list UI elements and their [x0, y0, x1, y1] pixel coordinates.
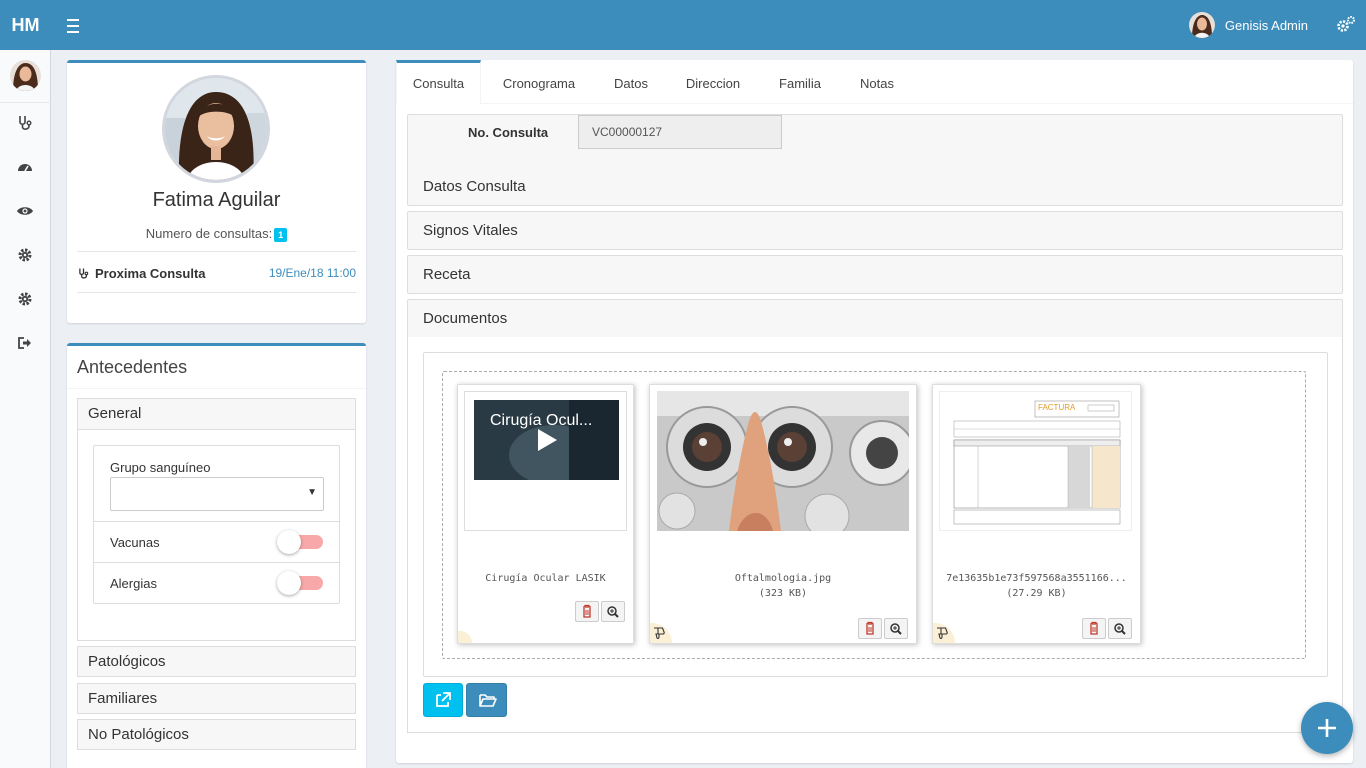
patient-profile-box: Fatima Aguilar Numero de consultas: 1 Pro… — [67, 60, 366, 323]
video-preview-frame: Cirugía Ocul... — [464, 391, 627, 531]
browse-folder-button[interactable] — [466, 683, 507, 717]
gear-icon[interactable] — [16, 290, 34, 308]
sign-out-icon[interactable] — [16, 334, 34, 352]
document-thumb[interactable]: Cirugía Ocul... Cirugía Ocular LASIK — [457, 384, 634, 644]
video-preview[interactable]: Cirugía Ocul... — [474, 400, 619, 480]
drag-handle[interactable] — [650, 623, 672, 643]
toggle-knob — [277, 530, 301, 554]
blood-group-label: Grupo sanguíneo — [110, 460, 211, 475]
consult-count-badge: 1 — [274, 227, 288, 242]
delete-button[interactable] — [575, 601, 599, 622]
top-navbar: HM Genisis Admin — [0, 0, 1366, 50]
next-consult-label: Proxima Consulta — [95, 266, 206, 281]
accordion-general-header[interactable]: General — [77, 398, 356, 430]
consult-number-field[interactable]: VC00000127 — [578, 115, 782, 149]
tab-direccion[interactable]: Direccion — [676, 60, 750, 104]
signos-vitales-header[interactable]: Signos Vitales — [423, 222, 518, 239]
allergies-label: Alergias — [110, 576, 157, 591]
delete-button[interactable] — [1082, 618, 1106, 639]
delete-button[interactable] — [858, 618, 882, 639]
drag-handle[interactable] — [933, 623, 955, 643]
main-panel: Consulta Cronograma Datos Direccion Fami… — [396, 60, 1353, 763]
drag-handle[interactable] — [458, 631, 472, 643]
sidebar-avatar[interactable] — [10, 60, 41, 91]
file-input-frame: Cirugía Ocul... Cirugía Ocular LASIK Oft… — [423, 352, 1328, 677]
consult-count-label: Numero de consultas: — [145, 226, 273, 241]
caret-down-icon: ▼ — [307, 487, 317, 498]
add-fab-button[interactable] — [1301, 702, 1353, 754]
tab-familia[interactable]: Familia — [768, 60, 832, 104]
documentos-header[interactable]: Documentos — [423, 310, 507, 327]
antecedentes-box: Antecedentes General Grupo sanguíneo ▼ V… — [67, 343, 366, 768]
play-icon[interactable] — [536, 428, 558, 452]
divider — [67, 388, 366, 389]
accordion-familiares-header[interactable]: Familiares — [77, 683, 356, 714]
divider — [94, 562, 339, 563]
dashboard-icon[interactable] — [16, 158, 34, 176]
document-caption: Cirugía Ocular LASIK — [485, 573, 606, 584]
patient-name: Fatima Aguilar — [152, 189, 281, 211]
document-thumb[interactable]: Oftalmologia.jpg (323 KB) — [649, 384, 917, 644]
document-caption: Oftalmologia.jpg — [734, 573, 832, 584]
tab-bar: Consulta Cronograma Datos Direccion Fami… — [396, 60, 1353, 104]
zoom-button[interactable] — [601, 601, 625, 622]
menu-toggle-icon[interactable] — [62, 14, 84, 36]
invoice-preview[interactable]: FACTURA — [939, 391, 1132, 531]
divider — [77, 251, 356, 252]
thumbs-down-icon — [654, 627, 665, 639]
user-avatar — [1188, 12, 1215, 38]
document-size: (27.29 KB) — [1006, 588, 1067, 599]
datos-consulta-header[interactable]: Datos Consulta — [423, 178, 526, 195]
datos-consulta-panel: No. Consulta VC00000127 Datos Consulta — [407, 114, 1343, 206]
tab-consulta[interactable]: Consulta — [396, 60, 481, 104]
tab-datos[interactable]: Datos — [601, 60, 661, 104]
receta-panel[interactable]: Receta — [407, 255, 1343, 294]
user-name: Genisis Admin — [1224, 17, 1308, 33]
file-drop-zone[interactable]: Cirugía Ocul... Cirugía Ocular LASIK Oft… — [442, 371, 1306, 659]
consult-number-label: No. Consulta — [468, 125, 549, 140]
image-preview[interactable] — [657, 391, 909, 531]
app-logo[interactable]: HM — [0, 0, 51, 50]
icon-sidebar — [0, 50, 51, 768]
stethoscope-icon[interactable] — [16, 114, 34, 132]
accordion-general-body: Grupo sanguíneo ▼ Vacunas Alergias — [77, 430, 356, 641]
divider — [94, 521, 339, 522]
toggle-knob — [277, 571, 301, 595]
user-menu[interactable]: Genisis Admin — [1188, 12, 1308, 38]
document-thumb[interactable]: FACTURA 7e13635b1e73f597568a3551166... (… — [932, 384, 1141, 644]
accordion-patologicos-header[interactable]: Patológicos — [77, 646, 356, 677]
general-fields-list: Grupo sanguíneo ▼ Vacunas Alergias — [93, 445, 340, 604]
sidebar-divider — [0, 102, 51, 103]
divider — [77, 292, 356, 293]
vaccines-label: Vacunas — [110, 535, 160, 550]
patient-photo — [162, 75, 270, 183]
vaccines-toggle[interactable] — [277, 530, 324, 554]
document-caption: 7e13635b1e73f597568a3551166... — [946, 573, 1127, 584]
zoom-button[interactable] — [884, 618, 908, 639]
upload-button[interactable] — [423, 683, 463, 717]
zoom-button[interactable] — [1108, 618, 1132, 639]
documentos-panel[interactable]: Documentos — [407, 299, 1343, 338]
accordion-no-patologicos-header[interactable]: No Patológicos — [77, 719, 356, 750]
documentos-body: Cirugía Ocul... Cirugía Ocular LASIK Oft… — [407, 337, 1343, 733]
thumbs-down-icon — [937, 627, 948, 639]
gear-icon[interactable] — [16, 246, 34, 264]
settings-cogs-icon[interactable] — [1336, 15, 1356, 35]
blood-group-select[interactable]: ▼ — [110, 477, 324, 511]
consult-count: Numero de consultas: 1 — [67, 226, 366, 242]
invoice-title: FACTURA — [1038, 403, 1076, 412]
tab-cronograma[interactable]: Cronograma — [491, 60, 587, 104]
document-size: (323 KB) — [758, 588, 808, 599]
receta-header[interactable]: Receta — [423, 266, 471, 283]
next-consult-date[interactable]: 19/Ene/18 11:00 — [269, 266, 356, 280]
antecedentes-title: Antecedentes — [77, 357, 188, 377]
allergies-toggle[interactable] — [277, 571, 324, 595]
next-consult-row: Proxima Consulta 19/Ene/18 11:00 — [77, 265, 356, 283]
tab-notas[interactable]: Notas — [850, 60, 904, 104]
stethoscope-icon — [77, 267, 90, 280]
eye-icon[interactable] — [16, 202, 34, 220]
signos-vitales-panel[interactable]: Signos Vitales — [407, 211, 1343, 250]
